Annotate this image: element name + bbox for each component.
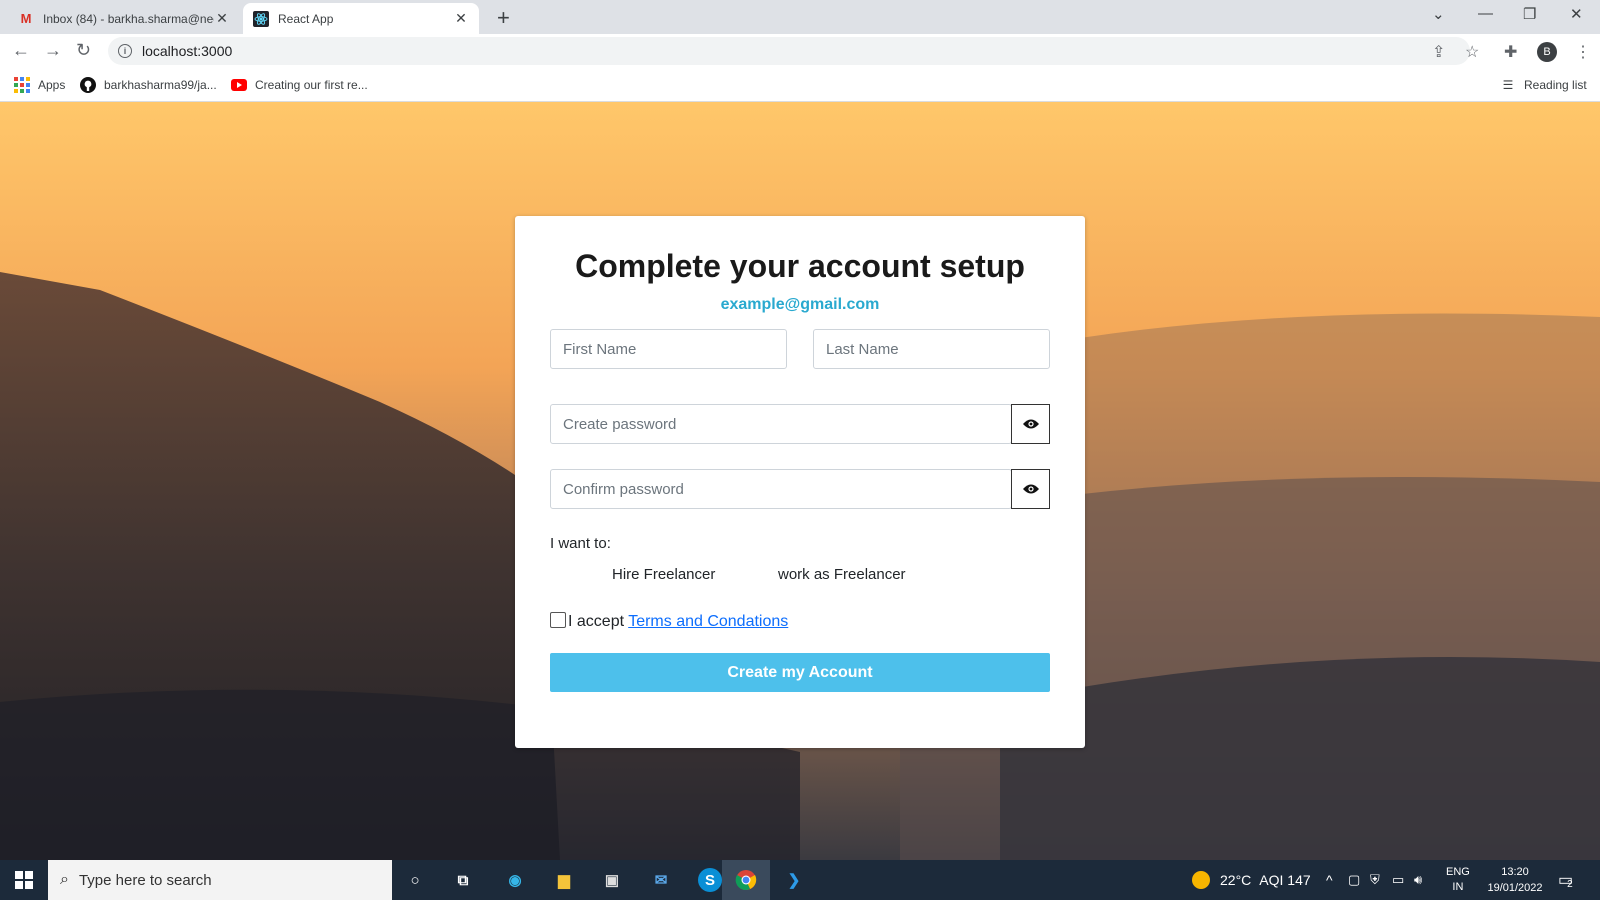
accept-prefix: I accept bbox=[568, 613, 629, 630]
reading-list-icon: ☰ bbox=[1502, 78, 1514, 92]
tab-gmail[interactable]: M Inbox (84) - barkha.sharma@nect ✕ bbox=[8, 3, 240, 34]
close-icon[interactable]: ✕ bbox=[453, 10, 469, 27]
extensions-puzzle-icon[interactable]: ✚ bbox=[1504, 42, 1517, 62]
reload-icon[interactable]: ↻ bbox=[76, 40, 91, 61]
option-hire-freelancer[interactable]: Hire Freelancer bbox=[612, 566, 715, 583]
clock-time: 13:20 bbox=[1501, 866, 1529, 878]
profile-avatar[interactable]: B bbox=[1537, 42, 1557, 62]
sun-icon bbox=[1192, 871, 1210, 889]
first-name-input[interactable]: First Name bbox=[550, 329, 787, 369]
windows-start-icon[interactable] bbox=[12, 868, 36, 892]
page-viewport: Complete your account setup example@gmai… bbox=[0, 102, 1600, 860]
volume-icon[interactable]: 🔊︎ bbox=[1414, 860, 1422, 900]
bookmark-github[interactable]: barkhasharma99/ja... bbox=[80, 77, 217, 93]
bookmark-label: barkhasharma99/ja... bbox=[104, 78, 217, 92]
microsoft-store-icon[interactable]: ▣ bbox=[600, 868, 624, 892]
tab-react-app[interactable]: React App ✕ bbox=[243, 3, 479, 34]
windows-taskbar: ⌕ Type here to search ○ ⧉ ◉ ▆ ▣ ✉ S ❯ 22… bbox=[0, 860, 1600, 900]
language-code: ENG bbox=[1446, 866, 1470, 878]
skype-icon[interactable]: S bbox=[698, 868, 722, 892]
notification-center-button[interactable]: ▭ 2 bbox=[1558, 860, 1573, 900]
address-bar[interactable]: i localhost:3000 bbox=[108, 37, 1470, 65]
show-password-toggle[interactable] bbox=[1011, 404, 1050, 444]
site-info-icon[interactable]: i bbox=[118, 44, 132, 58]
bookmark-youtube[interactable]: Creating our first re... bbox=[231, 77, 368, 93]
edge-icon[interactable]: ◉ bbox=[503, 868, 527, 892]
share-icon[interactable]: ⇪ bbox=[1432, 42, 1445, 62]
bookmark-label: Apps bbox=[38, 78, 66, 92]
github-icon bbox=[80, 77, 96, 93]
forward-arrow-icon[interactable]: → bbox=[44, 40, 62, 61]
taskbar-search-box[interactable]: ⌕ Type here to search bbox=[48, 860, 392, 900]
region-code: IN bbox=[1452, 881, 1464, 893]
tab-title: Inbox (84) - barkha.sharma@nect bbox=[43, 11, 214, 26]
aqi-text: AQI 147 bbox=[1259, 872, 1311, 888]
search-placeholder: Type here to search bbox=[78, 871, 212, 889]
file-explorer-icon[interactable]: ▆ bbox=[552, 868, 576, 892]
apps-grid-icon bbox=[14, 77, 30, 93]
clock[interactable]: 13:20 19/01/2022 bbox=[1480, 860, 1550, 900]
menu-kebab-icon[interactable]: ⋮ bbox=[1575, 42, 1591, 62]
account-setup-card: Complete your account setup example@gmai… bbox=[515, 216, 1085, 748]
reading-list-button[interactable]: ☰ Reading list bbox=[1500, 77, 1587, 93]
user-email: example@gmail.com bbox=[720, 296, 880, 313]
meet-now-icon[interactable]: ▢ bbox=[1348, 860, 1360, 900]
defender-icon[interactable]: ⛨ bbox=[1370, 860, 1380, 900]
create-password-input[interactable]: Create password bbox=[550, 404, 1012, 444]
notification-count: 2 bbox=[1567, 878, 1573, 890]
browser-toolbar: ← → ↻ i localhost:3000 ⇪ ☆ ✚ B ⋮ bbox=[0, 34, 1600, 68]
minimize-button[interactable]: — bbox=[1478, 5, 1493, 22]
gmail-icon: M bbox=[20, 11, 32, 26]
accept-terms-checkbox[interactable] bbox=[550, 612, 566, 628]
react-icon bbox=[253, 10, 269, 27]
eye-icon bbox=[1022, 484, 1039, 494]
show-confirm-password-toggle[interactable] bbox=[1011, 469, 1050, 509]
create-account-button[interactable]: Create my Account bbox=[550, 653, 1050, 692]
close-icon[interactable]: ✕ bbox=[214, 10, 230, 27]
youtube-icon bbox=[231, 77, 247, 93]
network-icon[interactable]: ▭ bbox=[1392, 860, 1404, 900]
task-view-icon[interactable]: ⧉ bbox=[451, 868, 475, 892]
back-arrow-icon[interactable]: ← bbox=[12, 40, 30, 61]
confirm-password-input[interactable]: Confirm password bbox=[550, 469, 1012, 509]
chrome-icon[interactable] bbox=[734, 868, 758, 892]
tab-search-chevron-icon[interactable]: ⌄ bbox=[1432, 5, 1445, 23]
terms-link[interactable]: Terms and Condations bbox=[628, 613, 788, 630]
mail-icon[interactable]: ✉ bbox=[649, 868, 673, 892]
accept-terms-label: I accept Terms and Condations bbox=[568, 613, 788, 631]
reading-list-label: Reading list bbox=[1524, 78, 1587, 92]
bookmark-apps[interactable]: Apps bbox=[14, 77, 65, 93]
close-window-button[interactable]: ✕ bbox=[1570, 5, 1583, 23]
last-name-input[interactable]: Last Name bbox=[813, 329, 1050, 369]
new-tab-button[interactable]: + bbox=[497, 5, 510, 31]
role-question-label: I want to: bbox=[550, 535, 611, 552]
eye-icon bbox=[1022, 419, 1039, 429]
page-title: Complete your account setup bbox=[575, 248, 1025, 284]
language-indicator[interactable]: ENG IN bbox=[1446, 860, 1470, 900]
cortana-icon[interactable]: ○ bbox=[403, 868, 427, 892]
vscode-icon[interactable]: ❯ bbox=[782, 868, 806, 892]
bookmark-star-icon[interactable]: ☆ bbox=[1465, 42, 1479, 62]
bookmark-label: Creating our first re... bbox=[255, 78, 368, 92]
bookmarks-bar: Apps barkhasharma99/ja... Creating our f… bbox=[0, 68, 1600, 102]
show-hidden-icons-chevron[interactable]: ^ bbox=[1326, 860, 1333, 900]
option-work-as-freelancer[interactable]: work as Freelancer bbox=[778, 566, 906, 583]
url-text: localhost:3000 bbox=[142, 43, 233, 59]
browser-tab-bar: M Inbox (84) - barkha.sharma@nect ✕ Reac… bbox=[0, 0, 1600, 34]
tab-title: React App bbox=[278, 11, 334, 26]
weather-widget[interactable]: 22°C AQI 147 bbox=[1192, 860, 1311, 900]
temperature-text: 22°C bbox=[1220, 872, 1252, 888]
search-icon: ⌕ bbox=[60, 871, 69, 888]
restore-button[interactable]: ❐ bbox=[1523, 5, 1536, 23]
clock-date: 19/01/2022 bbox=[1487, 882, 1543, 894]
